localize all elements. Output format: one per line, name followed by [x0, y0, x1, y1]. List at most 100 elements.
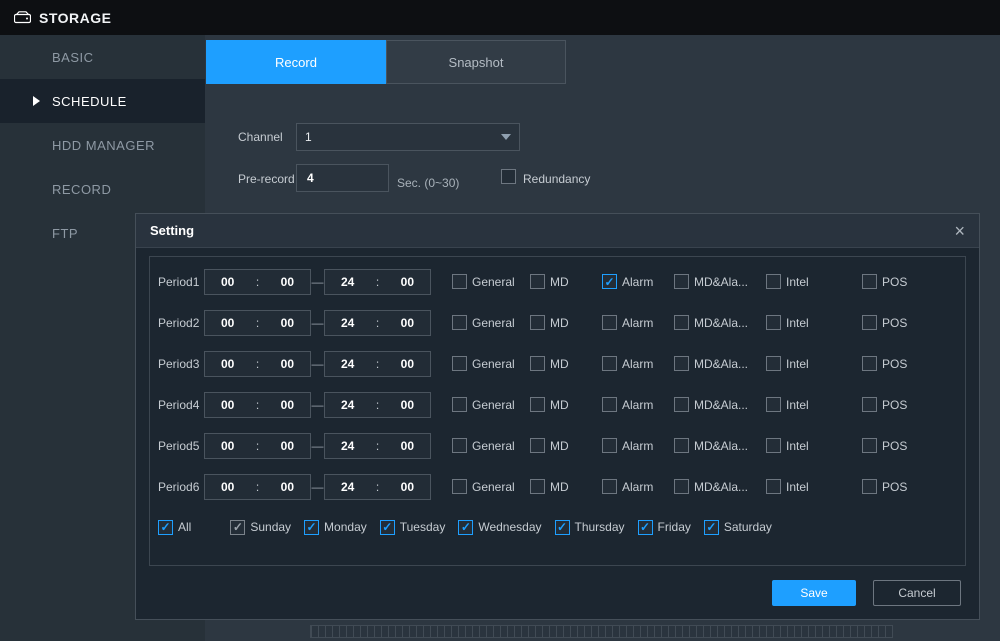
day-checkbox-friday[interactable]: ✓	[638, 520, 653, 535]
time-hour: 24	[341, 357, 354, 371]
event-checkbox-pos[interactable]	[862, 438, 877, 453]
event-checkbox-alarm[interactable]	[602, 479, 617, 494]
event-checkbox-intel[interactable]	[766, 397, 781, 412]
event-checkbox-md[interactable]	[530, 356, 545, 371]
event-checkbox-group: GeneralMDAlarmMD&Ala...IntelPOS	[452, 315, 907, 330]
sidebar-item-record[interactable]: RECORD	[0, 167, 205, 211]
event-checkbox-pos[interactable]	[862, 274, 877, 289]
event-checkbox-md-ala[interactable]	[674, 397, 689, 412]
sidebar-item-basic[interactable]: BASIC	[0, 35, 205, 79]
event-item-pos: POS	[862, 315, 907, 330]
channel-dropdown[interactable]: 1	[296, 123, 520, 151]
event-item-general: General	[452, 479, 530, 494]
day-checkbox-wednesday[interactable]: ✓	[458, 520, 473, 535]
sidebar-item-label: HDD MANAGER	[52, 138, 155, 153]
event-checkbox-general[interactable]	[452, 479, 467, 494]
tab-record[interactable]: Record	[206, 40, 386, 84]
event-checkbox-md-ala[interactable]	[674, 315, 689, 330]
event-label: POS	[882, 275, 907, 289]
period-rows: Period1 00:00 — 24:00 GeneralMD✓AlarmMD&…	[158, 261, 965, 507]
event-checkbox-intel[interactable]	[766, 356, 781, 371]
event-checkbox-intel[interactable]	[766, 274, 781, 289]
event-checkbox-md-ala[interactable]	[674, 356, 689, 371]
event-item-intel: Intel	[766, 479, 862, 494]
event-checkbox-intel[interactable]	[766, 479, 781, 494]
dialog-buttons: Save Cancel	[772, 580, 961, 606]
day-checkbox-monday[interactable]: ✓	[304, 520, 319, 535]
event-checkbox-pos[interactable]	[862, 356, 877, 371]
period-label: Period3	[158, 357, 204, 371]
end-time-input[interactable]: 24:00	[324, 474, 431, 500]
event-item-alarm: ✓Alarm	[602, 274, 674, 289]
time-hour: 24	[341, 439, 354, 453]
event-item-md-ala: MD&Ala...	[674, 397, 766, 412]
period-label: Period5	[158, 439, 204, 453]
event-checkbox-general[interactable]	[452, 315, 467, 330]
end-time-input[interactable]: 24:00	[324, 310, 431, 336]
cancel-button[interactable]: Cancel	[873, 580, 961, 606]
event-item-md-ala: MD&Ala...	[674, 479, 766, 494]
event-item-pos: POS	[862, 356, 907, 371]
event-checkbox-md-ala[interactable]	[674, 274, 689, 289]
start-time-input[interactable]: 00:00	[204, 474, 311, 500]
close-icon[interactable]: ×	[954, 222, 965, 240]
event-checkbox-md[interactable]	[530, 274, 545, 289]
event-checkbox-pos[interactable]	[862, 479, 877, 494]
period-label: Period1	[158, 275, 204, 289]
event-label: Intel	[786, 439, 809, 453]
start-time-input[interactable]: 00:00	[204, 310, 311, 336]
event-item-alarm: Alarm	[602, 479, 674, 494]
start-time-input[interactable]: 00:00	[204, 392, 311, 418]
time-minute: 00	[281, 275, 294, 289]
sidebar-item-schedule[interactable]: SCHEDULE	[0, 79, 205, 123]
event-checkbox-md[interactable]	[530, 315, 545, 330]
end-time-input[interactable]: 24:00	[324, 269, 431, 295]
event-label: MD	[550, 275, 569, 289]
event-checkbox-md[interactable]	[530, 479, 545, 494]
time-range-dash: —	[311, 357, 324, 371]
day-checkbox-thursday[interactable]: ✓	[555, 520, 570, 535]
event-checkbox-md-ala[interactable]	[674, 479, 689, 494]
days-row: ✓All✓Sunday✓Monday✓Tuesday✓Wednesday✓Thu…	[158, 507, 965, 547]
event-checkbox-alarm[interactable]	[602, 315, 617, 330]
page-title: STORAGE	[39, 10, 111, 26]
time-colon: :	[256, 275, 259, 289]
time-range-dash: —	[311, 398, 324, 412]
event-checkbox-general[interactable]	[452, 397, 467, 412]
time-colon: :	[376, 439, 379, 453]
prerecord-input[interactable]: 4	[296, 164, 389, 192]
event-checkbox-alarm[interactable]	[602, 356, 617, 371]
day-checkbox-saturday[interactable]: ✓	[704, 520, 719, 535]
end-time-input[interactable]: 24:00	[324, 351, 431, 377]
start-time-input[interactable]: 00:00	[204, 269, 311, 295]
sidebar-item-hdd-manager[interactable]: HDD MANAGER	[0, 123, 205, 167]
day-checkbox-sunday[interactable]: ✓	[230, 520, 245, 535]
redundancy-checkbox[interactable]	[501, 169, 516, 184]
end-time-input[interactable]: 24:00	[324, 392, 431, 418]
event-checkbox-md-ala[interactable]	[674, 438, 689, 453]
event-checkbox-alarm[interactable]	[602, 397, 617, 412]
event-checkbox-md[interactable]	[530, 397, 545, 412]
time-minute: 00	[401, 316, 414, 330]
event-label: General	[472, 480, 515, 494]
event-checkbox-general[interactable]	[452, 356, 467, 371]
event-checkbox-alarm[interactable]	[602, 438, 617, 453]
event-checkbox-intel[interactable]	[766, 315, 781, 330]
event-item-alarm: Alarm	[602, 315, 674, 330]
event-checkbox-alarm[interactable]: ✓	[602, 274, 617, 289]
event-checkbox-pos[interactable]	[862, 315, 877, 330]
event-checkbox-general[interactable]	[452, 438, 467, 453]
start-time-input[interactable]: 00:00	[204, 433, 311, 459]
event-checkbox-intel[interactable]	[766, 438, 781, 453]
tab-snapshot[interactable]: Snapshot	[386, 40, 566, 84]
event-checkbox-md[interactable]	[530, 438, 545, 453]
start-time-input[interactable]: 00:00	[204, 351, 311, 377]
day-checkbox-all[interactable]: ✓	[158, 520, 173, 535]
event-checkbox-pos[interactable]	[862, 397, 877, 412]
event-label: MD&Ala...	[694, 275, 748, 289]
event-checkbox-general[interactable]	[452, 274, 467, 289]
save-button[interactable]: Save	[772, 580, 856, 606]
day-checkbox-tuesday[interactable]: ✓	[380, 520, 395, 535]
end-time-input[interactable]: 24:00	[324, 433, 431, 459]
sidebar-item-label: BASIC	[52, 50, 94, 65]
